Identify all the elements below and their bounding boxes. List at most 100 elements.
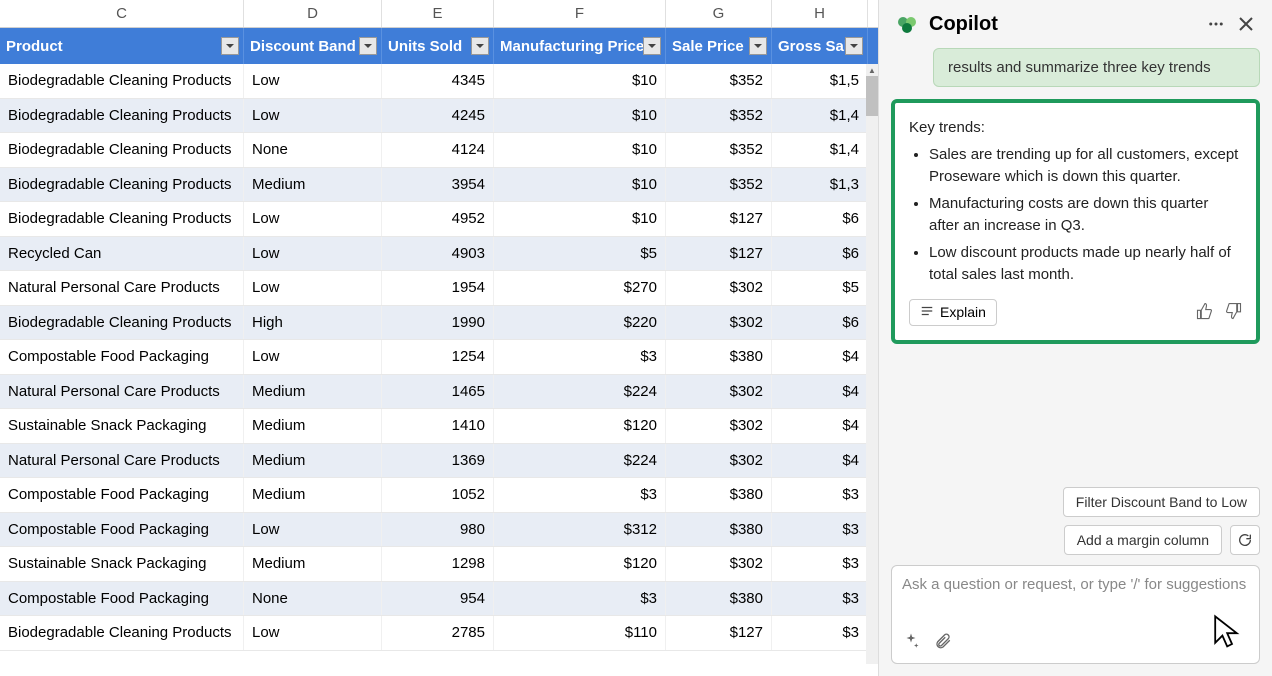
cell-units-sold[interactable]: 4952 xyxy=(382,202,494,236)
cell-units-sold[interactable]: 4245 xyxy=(382,99,494,133)
cell-discount-band[interactable]: Medium xyxy=(244,168,382,202)
table-row[interactable]: Compostable Food PackagingLow1254$3$380$… xyxy=(0,340,878,375)
column-header-H[interactable]: H xyxy=(772,0,868,27)
cell-sale-price[interactable]: $127 xyxy=(666,237,772,271)
filter-button-discount[interactable] xyxy=(359,37,377,55)
cell-product[interactable]: Biodegradable Cleaning Products xyxy=(0,306,244,340)
cell-discount-band[interactable]: Medium xyxy=(244,547,382,581)
cell-sale-price[interactable]: $352 xyxy=(666,133,772,167)
thumbs-up-icon[interactable] xyxy=(1196,302,1214,323)
cell-discount-band[interactable]: Medium xyxy=(244,409,382,443)
cell-mfg-price[interactable]: $5 xyxy=(494,237,666,271)
cell-discount-band[interactable]: Low xyxy=(244,99,382,133)
cell-mfg-price[interactable]: $110 xyxy=(494,616,666,650)
suggestion-margin-button[interactable]: Add a margin column xyxy=(1064,525,1222,555)
cell-gross-sales[interactable]: $1,4 xyxy=(772,99,868,133)
cell-sale-price[interactable]: $302 xyxy=(666,409,772,443)
cell-sale-price[interactable]: $352 xyxy=(666,168,772,202)
cell-gross-sales[interactable]: $4 xyxy=(772,444,868,478)
cell-discount-band[interactable]: Medium xyxy=(244,444,382,478)
more-options-icon[interactable] xyxy=(1206,14,1226,34)
scroll-up-arrow[interactable]: ▲ xyxy=(866,64,878,76)
cell-gross-sales[interactable]: $1,5 xyxy=(772,64,868,98)
thumbs-down-icon[interactable] xyxy=(1224,302,1242,323)
cell-discount-band[interactable]: Low xyxy=(244,340,382,374)
filter-button-sale[interactable] xyxy=(749,37,767,55)
cell-product[interactable]: Biodegradable Cleaning Products xyxy=(0,168,244,202)
filter-button-mfg[interactable] xyxy=(643,37,661,55)
table-row[interactable]: Sustainable Snack PackagingMedium1410$12… xyxy=(0,409,878,444)
column-header-C[interactable]: C xyxy=(0,0,244,27)
cell-sale-price[interactable]: $127 xyxy=(666,616,772,650)
cell-mfg-price[interactable]: $10 xyxy=(494,168,666,202)
cell-product[interactable]: Natural Personal Care Products xyxy=(0,271,244,305)
cell-discount-band[interactable]: Medium xyxy=(244,478,382,512)
table-row[interactable]: Biodegradable Cleaning ProductsLow4345$1… xyxy=(0,64,878,99)
copilot-input-area[interactable]: Ask a question or request, or type '/' f… xyxy=(891,565,1260,664)
cell-product[interactable]: Sustainable Snack Packaging xyxy=(0,547,244,581)
cell-mfg-price[interactable]: $3 xyxy=(494,478,666,512)
table-row[interactable]: Biodegradable Cleaning ProductsMedium395… xyxy=(0,168,878,203)
cell-product[interactable]: Natural Personal Care Products xyxy=(0,444,244,478)
cell-sale-price[interactable]: $302 xyxy=(666,271,772,305)
cell-mfg-price[interactable]: $10 xyxy=(494,133,666,167)
cell-sale-price[interactable]: $302 xyxy=(666,306,772,340)
column-header-F[interactable]: F xyxy=(494,0,666,27)
cell-discount-band[interactable]: Low xyxy=(244,616,382,650)
table-row[interactable]: Biodegradable Cleaning ProductsHigh1990$… xyxy=(0,306,878,341)
attachment-icon[interactable] xyxy=(934,632,952,653)
cell-product[interactable]: Compostable Food Packaging xyxy=(0,513,244,547)
cell-units-sold[interactable]: 4345 xyxy=(382,64,494,98)
table-row[interactable]: Biodegradable Cleaning ProductsLow4952$1… xyxy=(0,202,878,237)
cell-product[interactable]: Biodegradable Cleaning Products xyxy=(0,64,244,98)
cell-mfg-price[interactable]: $10 xyxy=(494,64,666,98)
cell-product[interactable]: Biodegradable Cleaning Products xyxy=(0,202,244,236)
sparkle-icon[interactable] xyxy=(902,632,920,653)
cell-product[interactable]: Compostable Food Packaging xyxy=(0,582,244,616)
cell-sale-price[interactable]: $380 xyxy=(666,582,772,616)
cell-discount-band[interactable]: Low xyxy=(244,237,382,271)
cell-units-sold[interactable]: 4903 xyxy=(382,237,494,271)
cell-units-sold[interactable]: 1369 xyxy=(382,444,494,478)
cell-mfg-price[interactable]: $10 xyxy=(494,99,666,133)
cell-gross-sales[interactable]: $6 xyxy=(772,306,868,340)
table-row[interactable]: Natural Personal Care ProductsMedium1465… xyxy=(0,375,878,410)
cell-units-sold[interactable]: 1410 xyxy=(382,409,494,443)
cell-product[interactable]: Natural Personal Care Products xyxy=(0,375,244,409)
cell-mfg-price[interactable]: $120 xyxy=(494,547,666,581)
cell-sale-price[interactable]: $352 xyxy=(666,99,772,133)
cell-gross-sales[interactable]: $3 xyxy=(772,582,868,616)
table-row[interactable]: Biodegradable Cleaning ProductsLow2785$1… xyxy=(0,616,878,651)
cell-mfg-price[interactable]: $312 xyxy=(494,513,666,547)
table-row[interactable]: Recycled CanLow4903$5$127$6 xyxy=(0,237,878,272)
cell-sale-price[interactable]: $352 xyxy=(666,64,772,98)
cell-mfg-price[interactable]: $224 xyxy=(494,375,666,409)
cell-mfg-price[interactable]: $120 xyxy=(494,409,666,443)
cell-discount-band[interactable]: None xyxy=(244,133,382,167)
cell-sale-price[interactable]: $127 xyxy=(666,202,772,236)
column-header-D[interactable]: D xyxy=(244,0,382,27)
cell-discount-band[interactable]: Low xyxy=(244,271,382,305)
table-row[interactable]: Biodegradable Cleaning ProductsNone4124$… xyxy=(0,133,878,168)
cell-product[interactable]: Biodegradable Cleaning Products xyxy=(0,99,244,133)
cell-gross-sales[interactable]: $1,4 xyxy=(772,133,868,167)
cell-gross-sales[interactable]: $1,3 xyxy=(772,168,868,202)
cell-units-sold[interactable]: 1465 xyxy=(382,375,494,409)
cell-gross-sales[interactable]: $5 xyxy=(772,271,868,305)
cell-mfg-price[interactable]: $270 xyxy=(494,271,666,305)
cell-mfg-price[interactable]: $3 xyxy=(494,340,666,374)
column-header-E[interactable]: E xyxy=(382,0,494,27)
cell-units-sold[interactable]: 1052 xyxy=(382,478,494,512)
cell-gross-sales[interactable]: $3 xyxy=(772,616,868,650)
cell-discount-band[interactable]: None xyxy=(244,582,382,616)
cell-sale-price[interactable]: $302 xyxy=(666,547,772,581)
cell-gross-sales[interactable]: $3 xyxy=(772,513,868,547)
filter-button-gross[interactable] xyxy=(845,37,863,55)
vertical-scrollbar[interactable]: ▲ xyxy=(866,64,878,664)
scrollbar-thumb[interactable] xyxy=(866,76,878,116)
table-row[interactable]: Sustainable Snack PackagingMedium1298$12… xyxy=(0,547,878,582)
table-row[interactable]: Compostable Food PackagingLow980$312$380… xyxy=(0,513,878,548)
table-row[interactable]: Natural Personal Care ProductsMedium1369… xyxy=(0,444,878,479)
cell-units-sold[interactable]: 4124 xyxy=(382,133,494,167)
explain-button[interactable]: Explain xyxy=(909,299,997,326)
